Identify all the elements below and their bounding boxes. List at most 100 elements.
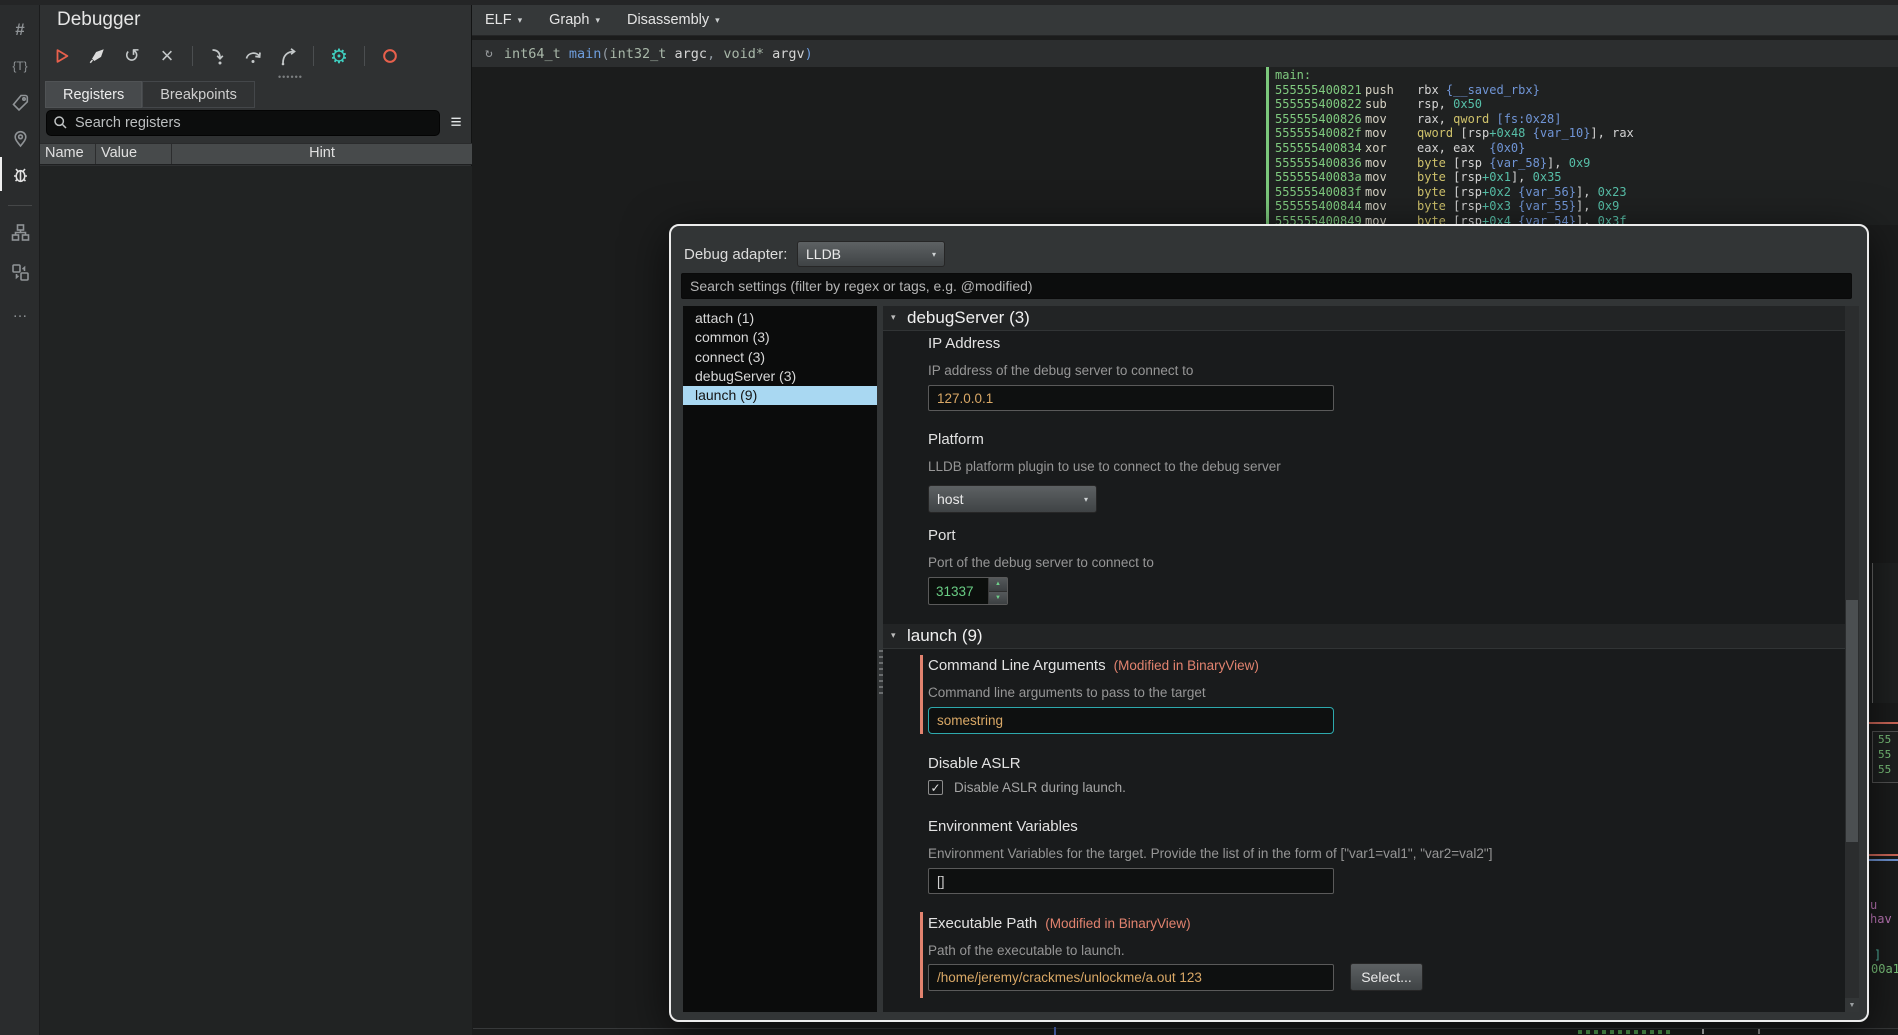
debugger-bug-icon[interactable] — [0, 158, 40, 190]
refresh-icon: ↻ — [485, 46, 493, 61]
category-item[interactable]: attach (1) — [683, 309, 877, 328]
function-signature[interactable]: int64_t main(int32_t argc, void* argv) — [504, 46, 813, 62]
chevron-down-icon: ▾ — [932, 250, 936, 259]
kill-icon[interactable]: × — [157, 46, 177, 66]
section-title: launch (9) — [907, 626, 983, 646]
ip-address-input[interactable] — [928, 385, 1334, 411]
cross-references-icon[interactable] — [0, 256, 40, 288]
clipped-addr-line: 55 — [1878, 732, 1898, 747]
symbols-hash-icon[interactable]: # — [0, 14, 40, 46]
caret-down-icon: ▾ — [518, 15, 523, 26]
aslr-checkbox[interactable]: ✓ — [928, 780, 943, 795]
aslr-checkbox-row: ✓ Disable ASLR during launch. — [928, 780, 1126, 795]
executable-path-input[interactable] — [928, 964, 1334, 991]
attach-syringe-icon[interactable] — [87, 46, 107, 66]
menu-graph[interactable]: Graph▾ — [549, 12, 600, 28]
collapse-icon[interactable]: ▾ — [891, 312, 896, 323]
disassembly-node[interactable]: main:555555400821pushrbx {__saved_rbx}55… — [1266, 67, 1898, 225]
setting-platform-title: Platform — [928, 431, 984, 448]
hierarchy-icon[interactable] — [0, 216, 40, 248]
modified-indicator-bar — [920, 655, 923, 734]
search-registers-input[interactable] — [46, 110, 440, 136]
disassembly-line[interactable]: 555555400834xoreax, eax {0x0} — [1275, 141, 1898, 156]
restart-icon[interactable]: ↺ — [122, 46, 142, 66]
clipped-mark — [1758, 1029, 1760, 1034]
collapse-icon[interactable]: ▾ — [891, 630, 896, 641]
caret-down-icon: ▾ — [715, 15, 720, 26]
scrollbar-down-arrow[interactable]: ▼ — [1845, 998, 1859, 1012]
disassembly-line[interactable]: 555555400826movrax, qword [fs:0x28] — [1275, 112, 1898, 127]
settings-scrollbar[interactable]: ▼ — [1845, 306, 1859, 1012]
location-pin-icon[interactable] — [0, 122, 40, 154]
types-icon[interactable]: {T} — [0, 50, 40, 82]
spin-down-icon[interactable]: ▼ — [989, 592, 1007, 605]
scrollbar-thumb[interactable] — [1846, 600, 1858, 842]
platform-dropdown[interactable]: host ▾ — [928, 485, 1097, 513]
environment-variables-input[interactable] — [928, 868, 1334, 894]
binary-ninja-window: # {T} … Debugger ↺ — [0, 0, 1898, 1035]
disassembly-line[interactable]: 55555540083fmovbyte [rsp+0x2 {var_56}], … — [1275, 185, 1898, 200]
settings-panel[interactable]: ▾ debugServer (3) IP Address IP address … — [883, 306, 1845, 1012]
category-item[interactable]: launch (9) — [683, 386, 877, 405]
bottom-pane-divider — [473, 1028, 1898, 1029]
register-menu-icon[interactable]: ≡ — [444, 110, 468, 136]
setting-env-desc: Environment Variables for the target. Pr… — [928, 846, 1492, 861]
chevron-down-icon: ▾ — [1084, 495, 1088, 504]
platform-value: host — [937, 491, 963, 507]
graph-edge-blue-vertical — [1054, 1027, 1056, 1035]
disassembly-line[interactable]: 555555400844movbyte [rsp+0x3 {var_55}], … — [1275, 199, 1898, 214]
tab-registers[interactable]: Registers — [45, 81, 142, 108]
panel-title: Debugger — [57, 9, 140, 31]
port-input[interactable] — [929, 578, 988, 604]
category-item[interactable]: common (3) — [683, 328, 877, 347]
register-table-body[interactable] — [40, 166, 472, 1035]
column-hint[interactable]: Hint — [172, 144, 472, 164]
settings-gear-icon[interactable]: ⚙ — [329, 46, 349, 66]
toolbar-separator — [313, 46, 314, 66]
step-into-icon[interactable] — [208, 46, 228, 66]
section-launch[interactable]: ▾ launch (9) — [883, 624, 1845, 649]
setting-port-title: Port — [928, 527, 956, 544]
settings-category-list: attach (1)common (3)connect (3)debugServ… — [683, 306, 877, 1012]
menu-disassembly[interactable]: Disassembly▾ — [627, 12, 720, 28]
tag-icon[interactable] — [0, 86, 40, 118]
column-name[interactable]: Name — [40, 144, 96, 164]
clipped-addr-line: 55 — [1878, 762, 1898, 777]
disassembly-line[interactable]: 555555400822subrsp, 0x50 — [1275, 97, 1898, 112]
section-debugserver[interactable]: ▾ debugServer (3) — [883, 306, 1845, 331]
disassembly-line[interactable]: 555555400836movbyte [rsp {var_58}], 0x9 — [1275, 156, 1898, 171]
graph-edge-red — [1869, 722, 1898, 724]
more-icon[interactable]: … — [0, 296, 40, 328]
debugger-panel: Debugger ↺ × ⚙ — [40, 0, 472, 1035]
select-file-button[interactable]: Select... — [1350, 963, 1423, 991]
graph-edge-red — [1869, 854, 1898, 856]
record-circle-icon[interactable] — [380, 46, 400, 66]
setting-args-label: Command Line Arguments — [928, 657, 1106, 674]
clipped-addr-line: 55 — [1878, 747, 1898, 762]
debugger-toolbar: ↺ × ⚙ — [52, 40, 400, 72]
setting-env-title: Environment Variables — [928, 818, 1078, 835]
disassembly-line[interactable]: 55555540082fmovqword [rsp+0x48 {var_10}]… — [1275, 126, 1898, 141]
clipped-mark — [1702, 1029, 1704, 1034]
settings-search-input[interactable] — [681, 273, 1852, 299]
spin-up-icon[interactable]: ▲ — [989, 578, 1007, 592]
modified-badge: (Modified in BinaryView) — [1114, 658, 1259, 673]
toolbar-drag-handle[interactable]: •••••• — [278, 72, 303, 82]
category-item[interactable]: debugServer (3) — [683, 367, 877, 386]
tab-breakpoints[interactable]: Breakpoints — [142, 81, 255, 108]
activity-bar-divider — [8, 205, 32, 206]
adapter-dropdown[interactable]: LLDB ▾ — [797, 241, 945, 267]
step-over-icon[interactable] — [243, 46, 263, 66]
category-item[interactable]: connect (3) — [683, 348, 877, 367]
disassembly-line[interactable]: 55555540083amovbyte [rsp+0x1], 0x35 — [1275, 170, 1898, 185]
disassembly-line[interactable]: 555555400821pushrbx {__saved_rbx} — [1275, 83, 1898, 98]
command-line-arguments-input[interactable] — [928, 707, 1334, 734]
setting-exe-label: Executable Path — [928, 915, 1037, 932]
section-title: debugServer (3) — [907, 308, 1030, 328]
continue-icon[interactable] — [52, 46, 72, 66]
menu-elf[interactable]: ELF▾ — [485, 12, 522, 28]
column-value[interactable]: Value — [96, 144, 172, 164]
caret-down-icon: ▾ — [595, 15, 600, 26]
step-return-icon[interactable] — [278, 46, 298, 66]
graph-edge-blue — [1869, 859, 1898, 861]
